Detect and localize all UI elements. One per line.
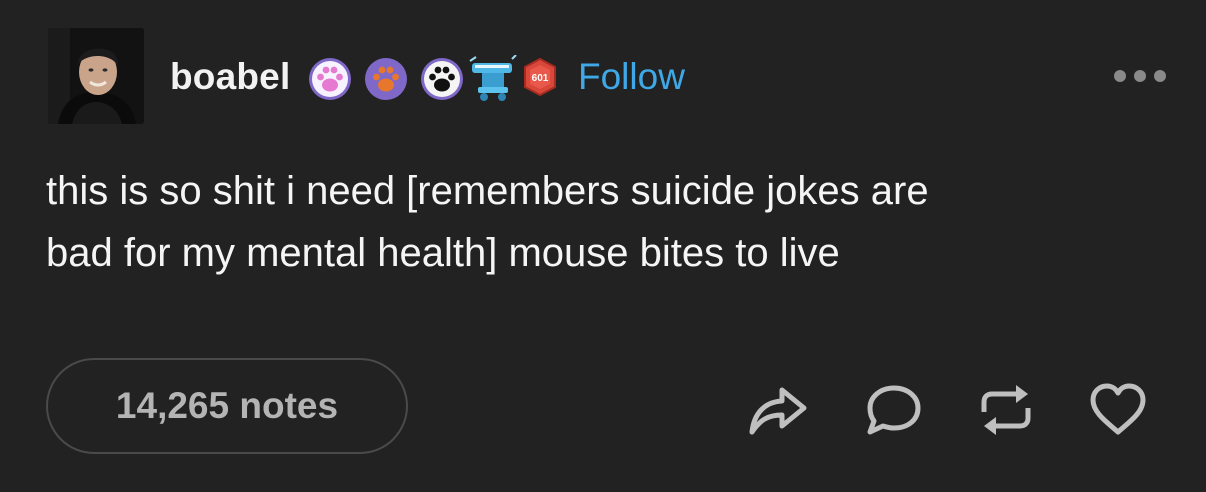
notes-button[interactable]: 14,265 notes: [46, 358, 408, 454]
level-badge-icon[interactable]: 601: [520, 55, 560, 103]
more-options-icon[interactable]: [1110, 66, 1170, 86]
reblog-icon[interactable]: [974, 382, 1038, 438]
post-card: boabel 601 Follow this is so shit i need…: [0, 0, 1206, 492]
username[interactable]: boabel: [170, 56, 290, 98]
like-icon[interactable]: [1086, 382, 1150, 438]
avatar-image: [48, 28, 144, 124]
paw-badge-orange-icon[interactable]: [362, 55, 410, 103]
share-icon[interactable]: [746, 382, 810, 438]
reply-icon[interactable]: [862, 382, 926, 438]
paw-badge-pink-icon[interactable]: [306, 55, 354, 103]
follow-button[interactable]: Follow: [578, 56, 685, 98]
avatar[interactable]: [48, 28, 144, 124]
ice-cream-badge-icon[interactable]: [468, 55, 518, 103]
level-badge-label: 601: [532, 73, 549, 84]
post-body-line: this is so shit i need [remembers suicid…: [46, 169, 929, 213]
post-body-line: bad for my mental health] mouse bites to…: [46, 231, 840, 275]
post-body: this is so shit i need [remembers suicid…: [46, 160, 1166, 284]
paw-badge-black-icon[interactable]: [418, 55, 466, 103]
